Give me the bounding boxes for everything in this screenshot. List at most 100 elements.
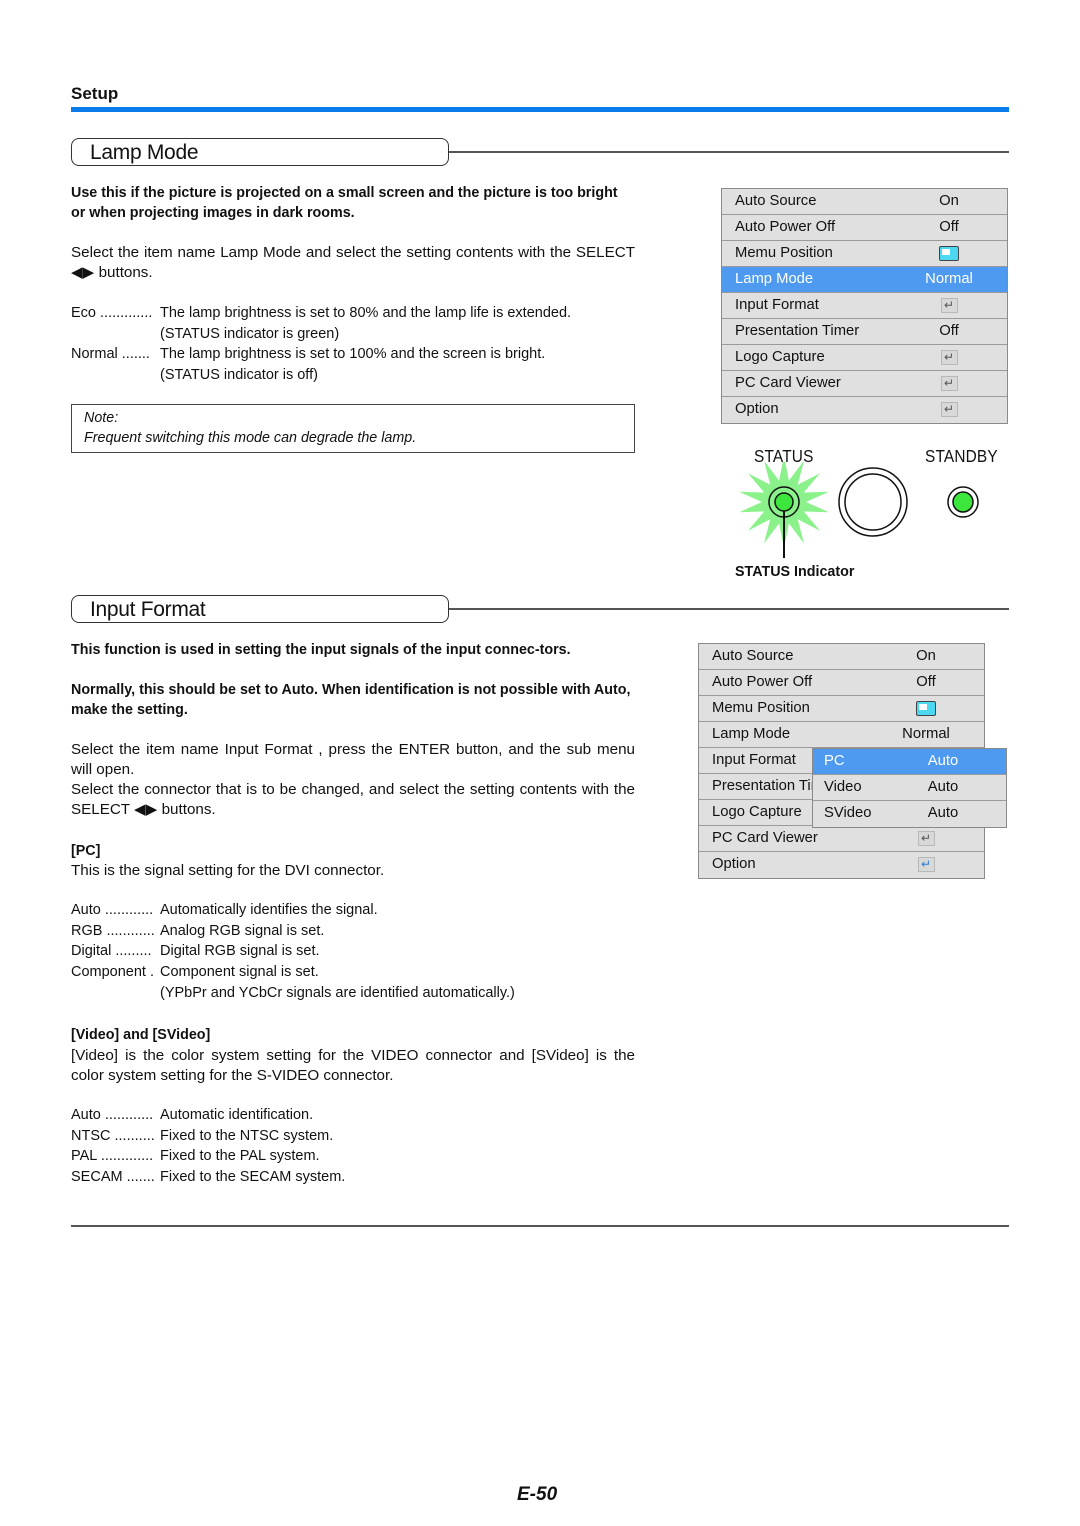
- section-accent-bar: [71, 107, 1009, 112]
- menu-position-value: [914, 241, 984, 266]
- menu-item-pc-card-viewer[interactable]: PC Card Viewer ↵: [722, 371, 1007, 397]
- menu-item-logo-capture[interactable]: Logo Capture ↵: [722, 345, 1007, 371]
- enter-icon: ↵: [940, 297, 958, 313]
- option-term: Digital .........: [71, 943, 152, 960]
- note-label: Note:: [84, 410, 119, 426]
- option-note-row: (YPbPr and YCbCr signals are identified …: [71, 983, 651, 1004]
- power-button-outer: [838, 467, 908, 537]
- pc-description: This is the signal setting for the DVI c…: [71, 862, 385, 879]
- menu-item-value: Normal: [925, 271, 973, 287]
- menu-item-auto-source[interactable]: Auto Source On: [699, 644, 984, 670]
- option-normal: Normal ....... The lamp brightness is se…: [71, 344, 651, 365]
- option-row: Component . Component signal is set.: [71, 962, 651, 983]
- menu-item-memu-position[interactable]: Memu Position: [699, 696, 984, 722]
- menu-item-label: Memu Position: [712, 700, 810, 716]
- submenu-item-pc[interactable]: PC Auto: [813, 749, 1006, 775]
- status-indicator-caption: STATUS Indicator: [735, 564, 855, 580]
- menu-item-memu-position[interactable]: Memu Position: [722, 241, 1007, 267]
- menu-item-input-format[interactable]: Input Format ↵: [722, 293, 1007, 319]
- menu-item-option[interactable]: Option ↵: [722, 397, 1007, 423]
- option-term: SECAM .......: [71, 1169, 155, 1186]
- menu-item-option[interactable]: Option ↵: [699, 852, 984, 878]
- option-row: Auto ............ Automatically identifie…: [71, 900, 651, 921]
- input-format-heading: Input Format: [71, 595, 1009, 625]
- option-desc: Fixed to the PAL system.: [160, 1148, 320, 1165]
- menu-item-label: Presentation Timer: [735, 323, 860, 339]
- option-eco-sub: (STATUS indicator is green): [71, 324, 651, 345]
- input-format-submenu: PC Auto Video Auto SVideo Auto: [812, 748, 1007, 828]
- submenu-item-value: Auto: [927, 805, 959, 821]
- menu-item-auto-power-off[interactable]: Auto Power Off Off: [722, 215, 1007, 241]
- lamp-mode-heading: Lamp Mode: [71, 138, 1009, 168]
- option-desc: Fixed to the NTSC system.: [160, 1127, 334, 1144]
- option-row: PAL ............. Fixed to the PAL system…: [71, 1146, 651, 1167]
- option-normal-sub: (STATUS indicator is off): [71, 365, 651, 386]
- option-term: Normal .......: [71, 346, 150, 363]
- option-sub: (STATUS indicator is green): [160, 325, 340, 342]
- submenu-item-value: Auto: [927, 753, 959, 769]
- menu-item-label: Memu Position: [735, 245, 833, 261]
- heading-rule: [449, 151, 1009, 153]
- menu-item-auto-source[interactable]: Auto Source On: [722, 189, 1007, 215]
- menu-item-label: Input Format: [712, 752, 796, 768]
- pc-heading: [PC]: [71, 843, 101, 859]
- option-term: Component .: [71, 964, 155, 981]
- input-format-title: Input Format: [71, 595, 449, 623]
- lamp-mode-instruction: Select the item name Lamp Mode and selec…: [71, 244, 635, 281]
- menu-position-icon: [916, 700, 936, 716]
- heading-rule: [449, 608, 1009, 610]
- menu-item-value: Normal: [902, 726, 950, 742]
- enter-icon: ↵: [917, 830, 935, 846]
- enter-icon: ↵: [940, 349, 958, 365]
- menu-item-value: On: [916, 648, 936, 664]
- option-desc: Automatically identifies the signal.: [160, 902, 378, 918]
- input-format-intro1: This function is used in setting the inp…: [71, 642, 571, 658]
- note-box: Note: Frequent switching this mode can d…: [71, 404, 635, 453]
- option-row: Auto ............ Automatic identificatio…: [71, 1105, 651, 1126]
- menu-item-value: ↵: [891, 826, 961, 851]
- page-number: E-50: [517, 1484, 558, 1505]
- menu-item-label: Auto Power Off: [735, 219, 836, 235]
- lamp-mode-options: Eco ............. The lamp brightness is…: [71, 303, 651, 386]
- menu-item-label: PC Card Viewer: [735, 375, 841, 391]
- input-format-instruction2: Select the connector that is to be chang…: [71, 781, 635, 818]
- menu-item-auto-power-off[interactable]: Auto Power Off Off: [699, 670, 984, 696]
- power-button-icon: [844, 473, 902, 531]
- menu-item-label: Logo Capture: [735, 349, 825, 365]
- menu-item-label: Auto Source: [712, 648, 794, 664]
- menu-position-value: [891, 696, 961, 721]
- submenu-item-label: Video: [824, 779, 862, 795]
- menu-item-label: Lamp Mode: [735, 271, 814, 287]
- menu-item-value: Off: [939, 219, 959, 235]
- menu-item-label: Logo Capture: [712, 804, 802, 820]
- option-desc: Component signal is set.: [160, 964, 319, 981]
- submenu-item-value: Auto: [927, 779, 959, 795]
- menu-item-lamp-mode[interactable]: Lamp Mode Normal: [699, 722, 984, 748]
- footer-rule: [71, 1225, 1009, 1227]
- section-title: Setup: [71, 84, 119, 103]
- menu-item-presentation-timer[interactable]: Presentation Timer Off: [722, 319, 1007, 345]
- video-options: Auto ............ Automatic identificatio…: [71, 1105, 651, 1188]
- menu-item-label: Lamp Mode: [712, 726, 791, 742]
- submenu-item-video[interactable]: Video Auto: [813, 775, 1006, 801]
- option-desc: Fixed to the SECAM system.: [160, 1169, 346, 1186]
- enter-icon: ↵: [940, 375, 958, 391]
- option-row: Digital ......... Digital RGB signal is s…: [71, 941, 651, 962]
- option-term: Eco .............: [71, 305, 153, 321]
- option-term: Auto ............: [71, 1107, 154, 1123]
- option-sub: (STATUS indicator is off): [160, 367, 318, 384]
- submenu-item-svideo[interactable]: SVideo Auto: [813, 801, 1006, 827]
- menu-item-pc-card-viewer[interactable]: PC Card Viewer ↵: [699, 826, 984, 852]
- menu-item-label: Auto Power Off: [712, 674, 813, 690]
- menu-item-lamp-mode[interactable]: Lamp Mode Normal: [722, 267, 1007, 293]
- status-led-icon: [774, 492, 794, 512]
- input-format-instruction1: Select the item name Input Format , pres…: [71, 741, 635, 778]
- option-term: PAL .............: [71, 1148, 154, 1165]
- option-desc: Digital RGB signal is set.: [160, 943, 320, 960]
- enter-icon: ↵: [917, 856, 935, 872]
- submenu-item-label: PC: [824, 753, 845, 769]
- menu-item-value: ↵: [914, 371, 984, 396]
- lamp-mode-intro: Use this if the picture is projected on …: [71, 185, 618, 221]
